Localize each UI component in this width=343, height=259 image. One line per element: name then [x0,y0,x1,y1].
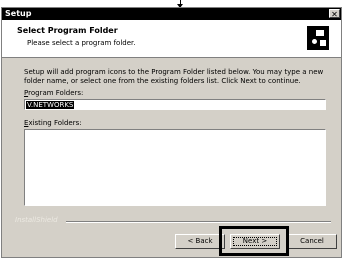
next-button-highlight [219,226,289,256]
existing-folders-list[interactable] [24,129,326,206]
existing-folders-label: Existing Folders: [24,119,82,127]
title-bar: Setup ✕ [2,8,341,20]
program-folder-input[interactable]: V.NETWORKS [24,99,326,110]
disc-shape [310,37,319,46]
installshield-brand: InstallShield [15,216,58,224]
window-title: Setup [5,9,32,18]
instructions-text: Setup will add program icons to the Prog… [24,68,324,85]
back-button[interactable]: < Back [175,234,225,249]
box-shape [319,39,327,47]
cancel-button[interactable]: Cancel [287,234,337,249]
footer-divider [66,221,331,223]
close-button[interactable]: ✕ [329,9,340,19]
close-icon: ✕ [331,10,338,19]
program-folders-label: Program Folders: [24,89,84,97]
wizard-header: Select Program Folder Please select a pr… [2,20,341,58]
setup-icon [307,26,329,50]
setup-dialog: Setup ✕ Select Program Folder Please sel… [1,7,342,258]
page-subtitle: Please select a program folder. [27,39,136,47]
monitor-shape [315,29,325,37]
pointer-arrow [177,0,183,8]
page-title: Select Program Folder [17,26,118,35]
program-folder-value: V.NETWORKS [26,101,75,109]
